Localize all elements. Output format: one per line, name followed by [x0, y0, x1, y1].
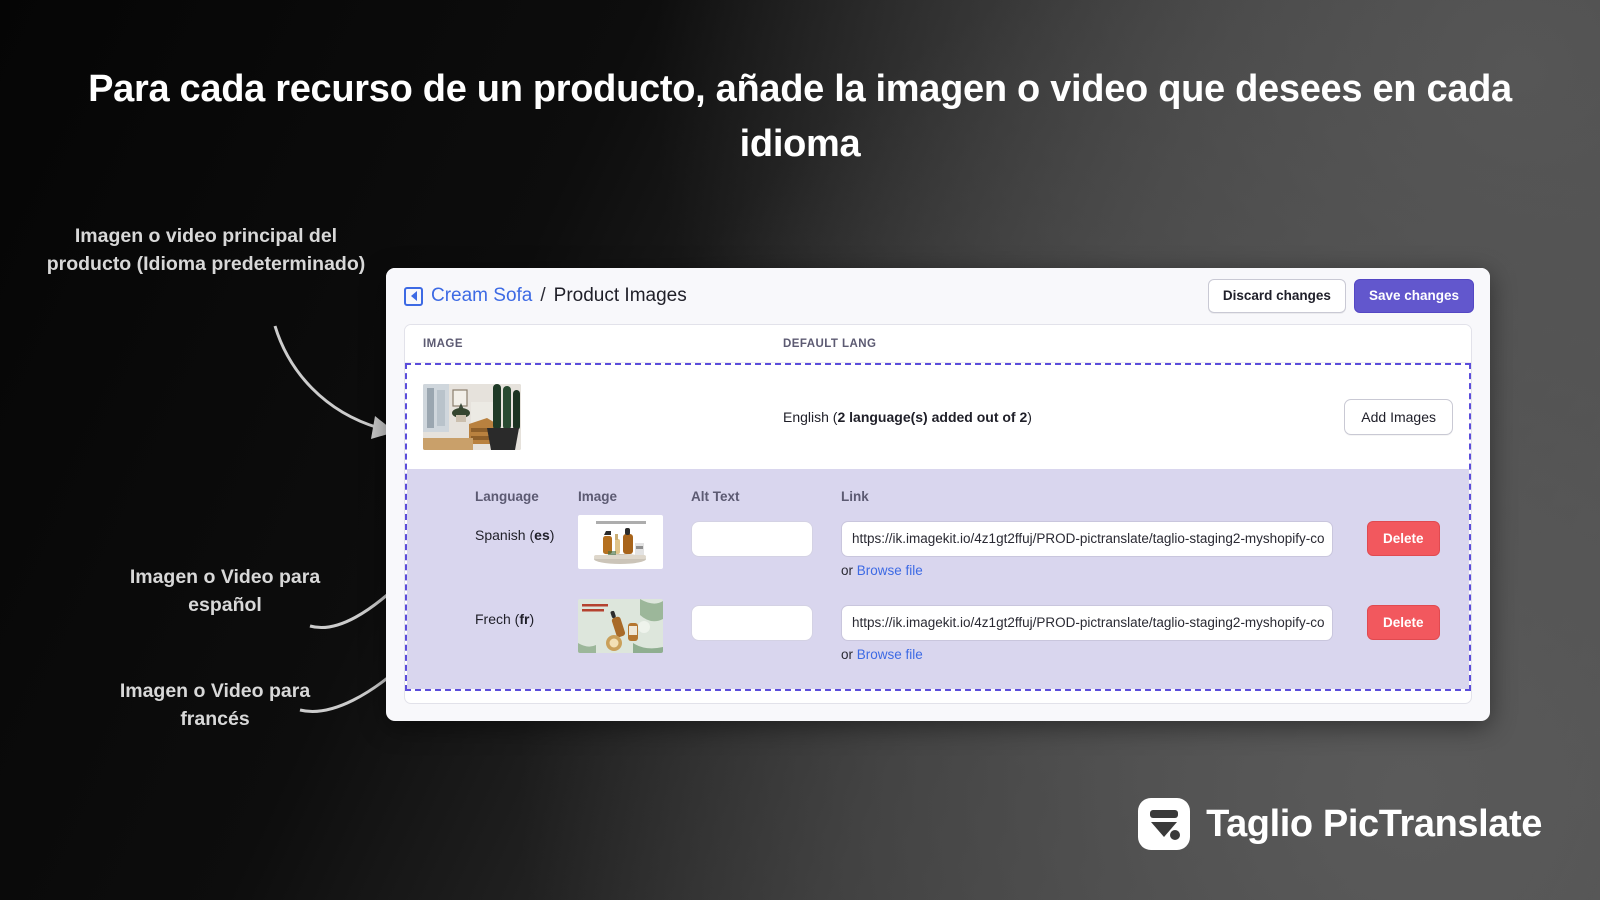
- language-label-spanish: Spanish (es): [475, 527, 555, 543]
- arrow-to-main-image: [273, 325, 395, 439]
- app-window: Cream Sofa / Product Images Discard chan…: [386, 268, 1490, 721]
- alt-text-cell-spanish: [691, 509, 841, 557]
- add-images-button[interactable]: Add Images: [1344, 399, 1453, 435]
- browse-line-spanish: or Browse file: [841, 563, 1341, 578]
- browse-file-link-spanish[interactable]: Browse file: [857, 563, 923, 578]
- language-code: fr: [519, 611, 530, 627]
- delete-button-french[interactable]: Delete: [1367, 605, 1440, 640]
- table-row: Frech (fr) https://ik.imagekit.io/4z1gt2…: [423, 593, 1453, 677]
- default-lang-status: English (2 language(s) added out of 2): [783, 409, 1143, 425]
- discard-changes-button[interactable]: Discard changes: [1207, 279, 1346, 313]
- living-room-cactus-image: [423, 384, 521, 450]
- delete-cell-french: Delete: [1341, 593, 1440, 640]
- link-cell-spanish: https://ik.imagekit.io/4z1gt2ffuj/PROD-p…: [841, 509, 1341, 578]
- alt-text-cell-french: [691, 593, 841, 641]
- browse-file-link-french[interactable]: Browse file: [857, 647, 923, 662]
- language-table-header: Language Image Alt Text Link: [423, 483, 1453, 509]
- language-label-french: Frech (fr): [475, 611, 535, 627]
- column-header-default-lang: DEFAULT LANG: [783, 337, 877, 350]
- callout-main-image: Imagen o video principal del producto (I…: [46, 225, 366, 276]
- default-lang-suffix: ): [1027, 409, 1032, 425]
- breadcrumb: Cream Sofa / Product Images: [404, 285, 687, 307]
- table-header-row: IMAGE DEFAULT LANG: [405, 325, 1471, 363]
- browse-line-french: or Browse file: [841, 647, 1341, 662]
- delete-button-spanish[interactable]: Delete: [1367, 521, 1440, 556]
- callout-spanish: Imagen o Video para español: [129, 566, 321, 617]
- breadcrumb-parent-link[interactable]: Cream Sofa: [431, 285, 532, 307]
- brand-footer: Taglio PicTranslate: [1138, 798, 1542, 850]
- product-images-card: IMAGE DEFAULT LANG English (2 language(s…: [404, 324, 1472, 704]
- delete-cell-spanish: Delete: [1341, 509, 1440, 556]
- back-arrow-icon[interactable]: [404, 286, 423, 306]
- brand-name: Taglio PicTranslate: [1206, 802, 1542, 845]
- column-header-image: IMAGE: [423, 337, 463, 350]
- breadcrumb-separator: /: [540, 285, 546, 306]
- green-flatlay-bottles-image: [578, 599, 663, 653]
- link-cell-french: https://ik.imagekit.io/4z1gt2ffuj/PROD-p…: [841, 593, 1341, 662]
- alt-text-input-french[interactable]: [691, 605, 813, 641]
- column-header-alt-text: Alt Text: [691, 488, 740, 504]
- variant-image-cell-spanish: [578, 509, 691, 569]
- topbar-actions: Discard changes Save changes: [1207, 279, 1474, 313]
- taglio-funnel-logo-icon: [1138, 798, 1191, 850]
- variant-image-cell-french: [578, 593, 691, 653]
- language-code: es: [534, 527, 550, 543]
- default-lang-prefix: English (: [783, 409, 838, 425]
- main-product-thumbnail[interactable]: [423, 384, 521, 450]
- table-row: Spanish (es) https://ik.imagekit.io/4z1g…: [423, 509, 1453, 593]
- callout-french: Imagen o Video para francés: [119, 680, 311, 731]
- language-name: Spanish: [475, 527, 526, 543]
- image-group-dashed-zone: English (2 language(s) added out of 2) A…: [405, 363, 1471, 691]
- or-label: or: [841, 647, 854, 662]
- funnel-glyph: [1150, 810, 1181, 840]
- french-variant-thumbnail[interactable]: [578, 599, 663, 653]
- save-changes-button[interactable]: Save changes: [1353, 279, 1474, 313]
- app-topbar: Cream Sofa / Product Images Discard chan…: [386, 268, 1490, 324]
- page-title: Para cada recurso de un producto, añade …: [88, 68, 1512, 166]
- spanish-variant-thumbnail[interactable]: [578, 515, 663, 569]
- or-label: or: [841, 563, 854, 578]
- language-name: Frech: [475, 611, 511, 627]
- default-language-row: English (2 language(s) added out of 2) A…: [407, 365, 1469, 469]
- column-header-language: Language: [475, 488, 539, 504]
- link-input-french[interactable]: https://ik.imagekit.io/4z1gt2ffuj/PROD-p…: [841, 605, 1333, 641]
- alt-text-input-spanish[interactable]: [691, 521, 813, 557]
- column-header-link: Link: [841, 488, 869, 504]
- column-header-image-variant: Image: [578, 488, 618, 504]
- breadcrumb-current: Product Images: [553, 285, 687, 306]
- link-input-spanish[interactable]: https://ik.imagekit.io/4z1gt2ffuj/PROD-p…: [841, 521, 1333, 557]
- default-lang-count: 2 language(s) added out of 2: [837, 409, 1028, 425]
- language-variants-panel: Language Image Alt Text Link Spanish (es…: [407, 469, 1469, 689]
- amber-bottles-tray-image: [578, 515, 663, 569]
